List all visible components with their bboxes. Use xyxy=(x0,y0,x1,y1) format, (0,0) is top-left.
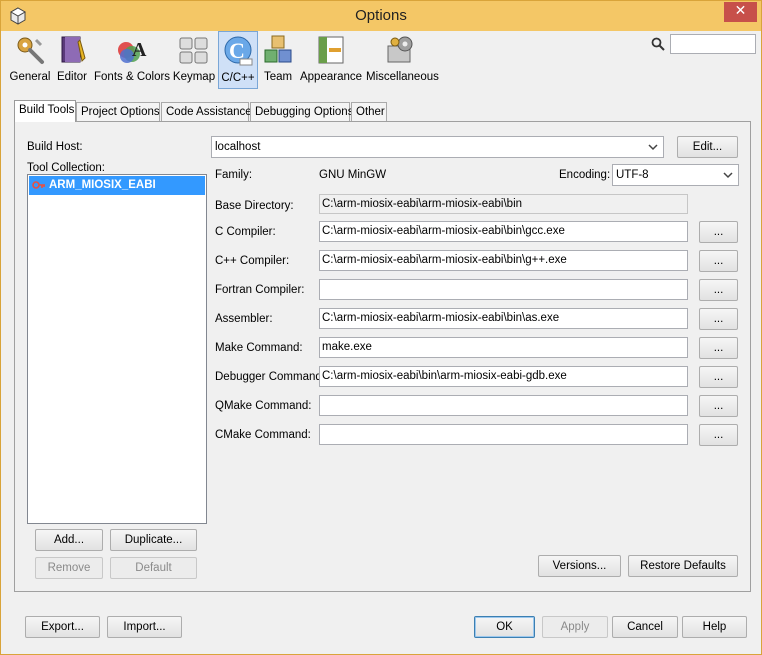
category-team[interactable]: Team xyxy=(260,31,296,89)
fortran-compiler-field[interactable] xyxy=(319,279,688,300)
cmake-command-field[interactable] xyxy=(319,424,688,445)
c-compiler-field[interactable]: C:\arm-miosix-eabi\arm-miosix-eabi\bin\g… xyxy=(319,221,688,242)
family-value: GNU MinGW xyxy=(319,169,387,181)
help-button[interactable]: Help xyxy=(682,616,747,638)
editor-icon xyxy=(61,36,86,63)
category-label: Fonts & Colors xyxy=(94,71,171,83)
edit-host-button[interactable]: Edit... xyxy=(677,136,738,158)
category-label: General xyxy=(9,71,51,83)
debugger-command-browse-button[interactable]: ... xyxy=(699,366,738,388)
category-label: Team xyxy=(263,71,293,83)
tab-project-options[interactable]: Project Options xyxy=(76,102,160,122)
assembler-label: Assembler: xyxy=(215,313,273,325)
cpp-compiler-field[interactable]: C:\arm-miosix-eabi\arm-miosix-eabi\bin\g… xyxy=(319,250,688,271)
build-host-select[interactable]: localhost xyxy=(211,136,664,158)
search-input[interactable] xyxy=(670,34,756,54)
cpp-compiler-label: C++ Compiler: xyxy=(215,255,290,267)
build-tools-panel: Build Host: localhost Edit... Tool Colle… xyxy=(14,121,751,592)
default-tool-collection-button[interactable]: Default xyxy=(110,557,197,579)
tool-collection-list[interactable]: ARM_MIOSIX_EABI xyxy=(27,174,207,524)
encoding-select[interactable]: UTF-8 xyxy=(612,164,739,186)
qmake-command-field[interactable] xyxy=(319,395,688,416)
cmake-command-label: CMake Command: xyxy=(215,429,311,441)
tab-code-assistance[interactable]: Code Assistance xyxy=(161,102,252,122)
duplicate-tool-collection-button[interactable]: Duplicate... xyxy=(110,529,197,551)
miscellaneous-icon xyxy=(387,36,413,63)
tab-debugging-options[interactable]: Debugging Options xyxy=(250,102,353,122)
c-compiler-browse-button[interactable]: ... xyxy=(699,221,738,243)
category-label: Keymap xyxy=(172,71,216,83)
category-editor[interactable]: Editor xyxy=(54,31,90,89)
general-icon xyxy=(17,37,44,64)
keymap-icon xyxy=(179,37,208,64)
category-cpp[interactable]: C C/C++ xyxy=(218,31,258,89)
category-miscellaneous[interactable]: Miscellaneous xyxy=(366,31,439,89)
family-label: Family: xyxy=(215,169,253,181)
tab-build-tools[interactable]: Build Tools xyxy=(14,100,76,122)
assembler-field[interactable]: C:\arm-miosix-eabi\arm-miosix-eabi\bin\a… xyxy=(319,308,688,329)
cpp-compiler-browse-button[interactable]: ... xyxy=(699,250,738,272)
import-button[interactable]: Import... xyxy=(107,616,182,638)
encoding-value: UTF-8 xyxy=(616,169,649,181)
category-label: Appearance xyxy=(299,71,363,83)
versions-button[interactable]: Versions... xyxy=(538,555,621,577)
category-label: Editor xyxy=(56,71,88,83)
restore-defaults-button[interactable]: Restore Defaults xyxy=(628,555,738,577)
ok-button[interactable]: OK xyxy=(474,616,535,638)
c-compiler-label: C Compiler: xyxy=(215,226,276,238)
cmake-command-browse-button[interactable]: ... xyxy=(699,424,738,446)
make-command-browse-button[interactable]: ... xyxy=(699,337,738,359)
category-label: C/C++ xyxy=(221,72,255,84)
make-command-field[interactable]: make.exe xyxy=(319,337,688,358)
build-host-label: Build Host: xyxy=(27,141,83,153)
cancel-button[interactable]: Cancel xyxy=(612,616,678,638)
key-icon xyxy=(32,181,45,189)
assembler-browse-button[interactable]: ... xyxy=(699,308,738,330)
add-tool-collection-button[interactable]: Add... xyxy=(35,529,103,551)
chevron-down-icon xyxy=(648,144,658,151)
tool-collection-label: Tool Collection: xyxy=(27,162,105,174)
team-icon xyxy=(264,35,292,63)
category-appearance[interactable]: Appearance xyxy=(299,31,363,89)
appearance-icon xyxy=(318,36,344,64)
fortran-compiler-browse-button[interactable]: ... xyxy=(699,279,738,301)
qmake-command-browse-button[interactable]: ... xyxy=(699,395,738,417)
search-icon xyxy=(651,37,665,51)
fortran-compiler-label: Fortran Compiler: xyxy=(215,284,305,296)
title-bar: Options ✕ xyxy=(1,1,761,31)
export-button[interactable]: Export... xyxy=(25,616,100,638)
build-host-value: localhost xyxy=(215,141,261,153)
debugger-command-label: Debugger Command: xyxy=(215,371,325,383)
base-directory-field: C:\arm-miosix-eabi\arm-miosix-eabi\bin xyxy=(319,194,688,214)
category-keymap[interactable]: Keymap xyxy=(172,31,216,89)
chevron-down-icon xyxy=(723,172,733,179)
remove-tool-collection-button[interactable]: Remove xyxy=(35,557,103,579)
close-button[interactable]: ✕ xyxy=(724,2,757,22)
make-command-label: Make Command: xyxy=(215,342,303,354)
category-label: Miscellaneous xyxy=(366,71,439,83)
cpp-icon: C xyxy=(224,36,253,66)
category-fonts-colors[interactable]: A Fonts & Colors xyxy=(94,31,171,89)
category-general[interactable]: General xyxy=(8,31,52,89)
base-directory-label: Base Directory: xyxy=(215,200,294,212)
apply-button[interactable]: Apply xyxy=(542,616,608,638)
options-dialog: Options ✕ General Editor A Fonts & Color… xyxy=(0,0,762,655)
list-item[interactable]: ARM_MIOSIX_EABI xyxy=(29,176,205,195)
tab-other[interactable]: Other xyxy=(351,102,387,122)
window-title: Options xyxy=(355,7,407,24)
fonts-colors-icon: A xyxy=(118,39,147,63)
list-item-label: ARM_MIOSIX_EABI xyxy=(49,179,156,191)
qmake-command-label: QMake Command: xyxy=(215,400,312,412)
debugger-command-field[interactable]: C:\arm-miosix-eabi\bin\arm-miosix-eabi-g… xyxy=(319,366,688,387)
dialog-body: General Editor A Fonts & Colors Keymap C… xyxy=(8,31,756,649)
svg-text:A: A xyxy=(132,39,147,61)
encoding-label: Encoding: xyxy=(559,169,611,181)
